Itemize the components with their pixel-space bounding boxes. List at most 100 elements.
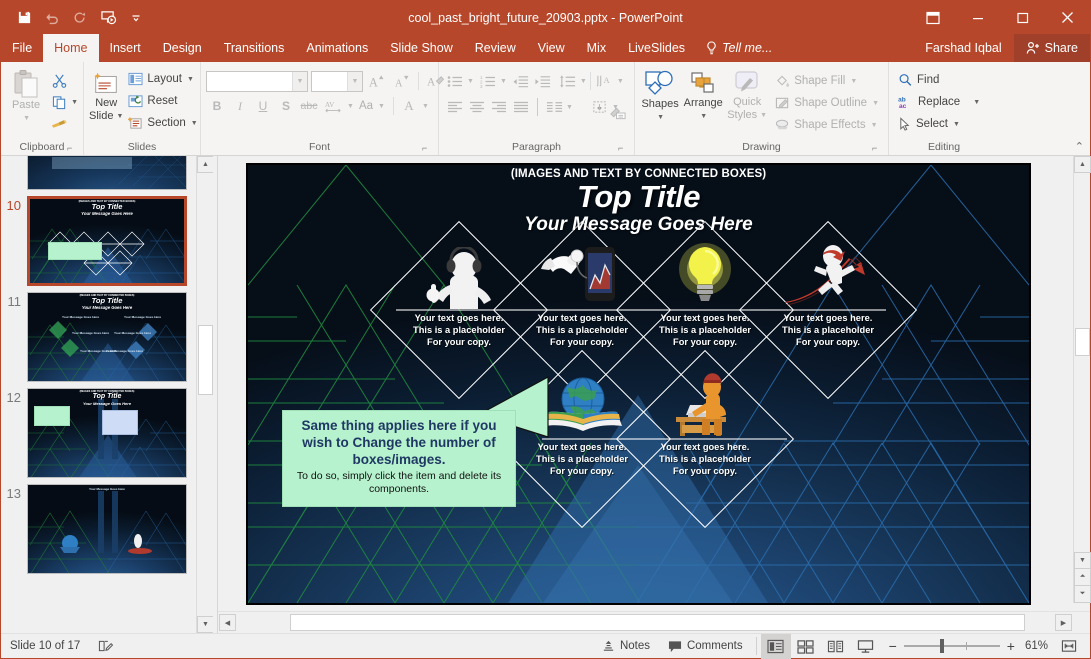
tab-design[interactable]: Design <box>152 34 213 62</box>
select-button[interactable]: Select ▼ <box>894 113 964 135</box>
callout-box[interactable]: Same thing applies here if you wish to C… <box>282 410 516 507</box>
align-left-button[interactable] <box>444 96 466 118</box>
scroll-up-button[interactable]: ▲ <box>1074 156 1091 173</box>
shapes-button[interactable]: Shapes ▼ <box>640 67 680 124</box>
scroll-left-button[interactable]: ◀ <box>219 614 236 631</box>
minimize-icon[interactable] <box>955 1 1000 34</box>
arrange-button[interactable]: Arrange ▼ <box>681 67 725 123</box>
underline-button[interactable]: U <box>252 95 274 117</box>
slide-sorter-view-button[interactable] <box>791 634 821 659</box>
tab-liveslides[interactable]: LiveSlides <box>617 34 696 62</box>
tab-insert[interactable]: Insert <box>99 34 152 62</box>
thumbnail-scrollbar-thumb[interactable] <box>198 325 213 395</box>
thumbnail-image[interactable]: (IMAGES AND TEXT BY CONNECTED BOXES) Top… <box>27 388 187 478</box>
replace-button[interactable]: abac Replace ▼ <box>894 91 984 113</box>
reading-view-button[interactable] <box>821 634 851 659</box>
close-icon[interactable] <box>1045 1 1090 34</box>
fit-to-window-button[interactable] <box>1054 634 1084 659</box>
slide-counter[interactable]: Slide 10 of 17 <box>1 634 89 659</box>
text-direction-button[interactable]: A <box>594 70 616 92</box>
previous-slide-button[interactable]: ⏶ <box>1074 569 1091 586</box>
clipboard-dialog-launcher[interactable]: ⌐ <box>67 142 79 154</box>
increase-font-size-button[interactable]: A <box>366 70 388 92</box>
save-icon[interactable] <box>11 6 37 30</box>
font-color-button[interactable]: A <box>398 95 420 117</box>
decrease-indent-button[interactable] <box>510 70 532 92</box>
drawing-dialog-launcher[interactable]: ⌐ <box>872 142 884 154</box>
paste-button[interactable]: Paste ▼ <box>6 67 46 125</box>
bold-button[interactable]: B <box>206 95 228 117</box>
font-size-combobox[interactable]: ▼ <box>311 71 363 92</box>
justify-button[interactable] <box>510 96 532 118</box>
new-slide-button[interactable]: New Slide▼ <box>89 67 123 123</box>
redo-icon[interactable] <box>67 6 93 30</box>
zoom-level[interactable]: 61% <box>1023 634 1054 659</box>
line-spacing-button[interactable] <box>557 70 579 92</box>
tab-home[interactable]: Home <box>43 34 98 62</box>
hscroll-track[interactable] <box>238 614 1053 631</box>
text-shadow-button[interactable]: S <box>275 95 297 117</box>
find-button[interactable]: Find <box>894 69 943 91</box>
hscroll-thumb[interactable] <box>290 614 1025 631</box>
scroll-down-button[interactable]: ▼ <box>1074 552 1091 569</box>
section-button[interactable]: Section ▼ <box>124 112 201 134</box>
font-dialog-launcher[interactable]: ⌐ <box>422 142 434 154</box>
customize-qat-icon[interactable] <box>123 6 149 30</box>
shape-outline-button[interactable]: Shape Outline ▼ <box>771 92 883 114</box>
start-presentation-icon[interactable] <box>95 6 121 30</box>
next-slide-button[interactable]: ⏷ <box>1074 586 1091 603</box>
tab-slide-show[interactable]: Slide Show <box>379 34 464 62</box>
collapse-ribbon-button[interactable]: ⌃ <box>1075 140 1084 153</box>
tab-animations[interactable]: Animations <box>295 34 379 62</box>
zoom-in-button[interactable]: + <box>1007 639 1015 653</box>
share-button[interactable]: Share <box>1014 34 1090 62</box>
shape-fill-button[interactable]: Shape Fill ▼ <box>771 70 883 92</box>
thumbnail-row-13[interactable]: 13 <box>1 478 196 574</box>
align-center-button[interactable] <box>466 96 488 118</box>
font-name-combobox[interactable]: ▼ <box>206 71 308 92</box>
strikethrough-button[interactable]: abc <box>298 95 320 117</box>
layout-button[interactable]: Layout ▼ <box>124 68 201 90</box>
scroll-right-button[interactable]: ▶ <box>1055 614 1072 631</box>
thumbnail-image[interactable]: Your Message Goes Here <box>27 484 187 574</box>
increase-indent-button[interactable] <box>532 70 554 92</box>
tab-mix[interactable]: Mix <box>576 34 617 62</box>
cut-button[interactable] <box>48 69 70 91</box>
tab-transitions[interactable]: Transitions <box>213 34 296 62</box>
account-name[interactable]: Farshad Iqbal <box>913 41 1013 55</box>
slide-horizontal-scrollbar[interactable]: ◀ ▶ <box>218 611 1090 633</box>
numbering-button[interactable]: 123 <box>477 70 499 92</box>
thumbnail-image[interactable]: (IMAGES AND TEXT BY CONNECTED BOXES) Top… <box>27 292 187 382</box>
format-painter-button[interactable] <box>48 113 70 135</box>
zoom-slider-handle[interactable] <box>940 639 944 653</box>
tab-review[interactable]: Review <box>464 34 527 62</box>
copy-dropdown-icon[interactable]: ▼ <box>71 99 78 106</box>
thumbnail-row-11[interactable]: 11 <box>1 286 196 382</box>
thumbnail-scrollbar[interactable]: ▲ ▼ <box>196 156 213 633</box>
thumbnail-scroll-down-button[interactable]: ▼ <box>197 616 213 633</box>
paragraph-dialog-launcher[interactable]: ⌐ <box>618 142 630 154</box>
comments-button[interactable]: Comments <box>659 634 752 659</box>
thumbnail-scroll-up-button[interactable]: ▲ <box>197 156 213 173</box>
convert-to-smartart-button[interactable] <box>606 102 628 124</box>
change-case-button[interactable]: Aa ▼ <box>355 95 389 117</box>
restore-icon[interactable] <box>1000 1 1045 34</box>
copy-button[interactable] <box>48 91 70 113</box>
tab-view[interactable]: View <box>527 34 576 62</box>
tab-file[interactable]: File <box>1 34 43 62</box>
vscroll-thumb[interactable] <box>1075 328 1090 356</box>
character-spacing-button[interactable]: AV <box>321 95 345 117</box>
thumbnail-image[interactable] <box>27 156 187 190</box>
thumbnail-image-selected[interactable]: (IMAGES AND TEXT BY CONNECTED BOXES) Top… <box>27 196 187 286</box>
slideshow-view-button[interactable] <box>851 634 881 659</box>
reset-button[interactable]: Reset <box>124 90 201 112</box>
notes-indicator-icon[interactable] <box>89 634 122 659</box>
notes-button[interactable]: Notes <box>593 634 659 659</box>
undo-icon[interactable] <box>39 6 65 30</box>
tell-me-box[interactable]: Tell me... <box>696 34 782 62</box>
columns-button[interactable] <box>543 96 565 118</box>
thumbnail-row-12[interactable]: 12 <box>1 382 196 478</box>
italic-button[interactable]: I <box>229 95 251 117</box>
zoom-slider[interactable] <box>904 645 1000 647</box>
bullets-button[interactable] <box>444 70 466 92</box>
